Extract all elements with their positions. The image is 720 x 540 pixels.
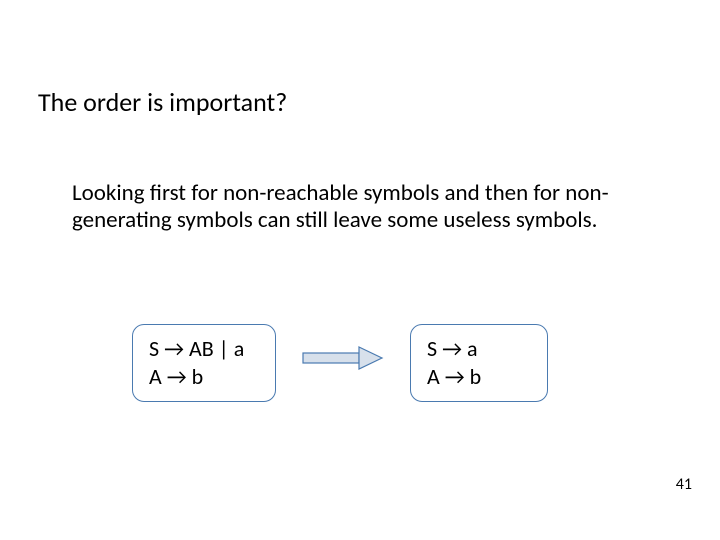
body-paragraph: Looking first for non-reachable symbols … [72, 180, 632, 234]
grammar-line: A → b [149, 363, 257, 391]
grammar-box-after: S → a A → b [410, 324, 548, 402]
grammar-line: A → b [427, 363, 529, 391]
slide-title: The order is important? [38, 86, 287, 118]
grammar-line: S → AB | a [149, 335, 257, 363]
page-number: 41 [676, 475, 692, 494]
slide: The order is important? Looking first fo… [0, 0, 720, 540]
grammar-line: S → a [427, 335, 529, 363]
arrow-right-icon [302, 346, 384, 370]
grammar-box-before: S → AB | a A → b [132, 324, 276, 402]
